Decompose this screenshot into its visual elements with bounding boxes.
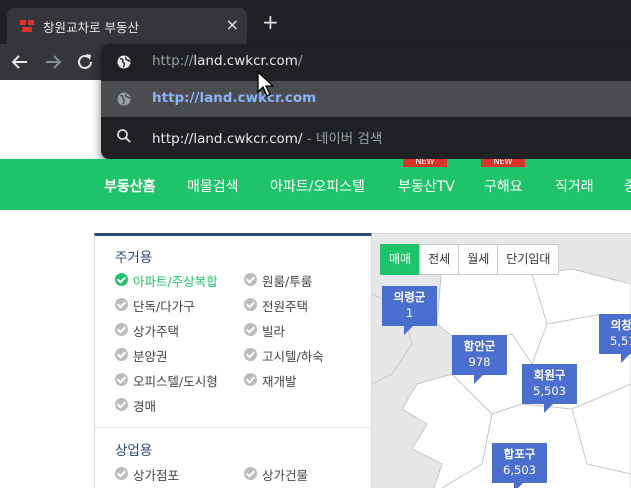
- new-badge: NEW: [481, 159, 525, 167]
- filter-label: 단독/다가구: [133, 299, 195, 314]
- map-marker[interactable]: 합포구 6,503: [492, 443, 547, 488]
- filter-label: 상가점포: [133, 468, 180, 483]
- back-arrow-icon[interactable]: [9, 51, 31, 73]
- map-marker[interactable]: 함안군 978: [452, 335, 507, 384]
- address-host: land.cwkcr.com: [193, 53, 298, 69]
- check-icon: [244, 373, 257, 386]
- address-prefix: http://: [152, 53, 194, 69]
- search-engine-suffix: - 네이버 검색: [302, 131, 383, 147]
- suggestion-url-text: http://land.cwkcr.com: [152, 90, 317, 106]
- forward-arrow-icon[interactable]: [42, 51, 64, 73]
- site-favicon-icon: [20, 20, 34, 32]
- filter-label: 빌라: [262, 324, 286, 339]
- browser-tabstrip: 창원교차로 부동산 × +: [0, 0, 631, 44]
- check-icon: [115, 373, 128, 386]
- filter-label: 오피스텔/도시형: [133, 374, 218, 389]
- browser-tab[interactable]: 창원교차로 부동산 ×: [7, 8, 247, 44]
- suggestion-search-text: http://land.cwkcr.com/ - 네이버 검색: [152, 127, 382, 147]
- suggestion-url-row[interactable]: http://land.cwkcr.com: [101, 81, 631, 117]
- check-icon: [244, 273, 257, 286]
- marker-count: 5,519: [610, 334, 631, 348]
- nav-item-truncated[interactable]: 중: [624, 176, 631, 196]
- filter-label: 아파트/주상복합: [133, 274, 218, 289]
- check-icon: [244, 323, 257, 336]
- close-tab-icon[interactable]: ×: [226, 17, 239, 33]
- tab-jeonse[interactable]: 전세: [419, 244, 460, 275]
- check-icon: [244, 348, 257, 361]
- suggestion-search-row[interactable]: http://land.cwkcr.com/ - 네이버 검색: [101, 118, 631, 154]
- check-icon: [115, 398, 128, 411]
- reload-icon[interactable]: [74, 51, 96, 73]
- tab-title: 창원교차로 부동산: [43, 20, 139, 35]
- check-icon: [115, 348, 128, 361]
- new-tab-button[interactable]: +: [262, 12, 279, 32]
- marker-region: 회원구: [533, 368, 566, 382]
- deal-type-tabs: 매매 전세 월세 단기임대: [380, 244, 560, 275]
- search-query: http://land.cwkcr.com/: [152, 131, 303, 147]
- map-marker[interactable]: 의령군 1: [382, 286, 437, 335]
- marker-region: 함안군: [463, 339, 496, 353]
- check-icon: [115, 273, 128, 286]
- property-type-panel: 주거용 아파트/주상복합 원룸/투룸 단독/다가구 전원주택 상가주택 빌라 분…: [94, 233, 372, 488]
- nav-item-realestate-tv[interactable]: 부동산TV: [398, 176, 455, 196]
- check-icon: [115, 323, 128, 336]
- check-icon: [115, 298, 128, 311]
- nav-item-apartment[interactable]: 아파트/오피스텔: [270, 176, 365, 196]
- filter-label: 상가건물: [262, 468, 309, 483]
- address-bar[interactable]: http://land.cwkcr.com/: [101, 44, 631, 80]
- site-main-nav: NEW NEW 부동산홈 매물검색 아파트/오피스텔 부동산TV 구해요 직거래…: [0, 159, 631, 210]
- filter-label: 재개발: [262, 374, 297, 389]
- filter-label: 원룸/투룸: [262, 274, 313, 289]
- filter-label: 상가주택: [133, 324, 180, 339]
- nav-item-home[interactable]: 부동산홈: [104, 176, 156, 196]
- mouse-cursor-icon: [257, 70, 275, 97]
- search-icon: [117, 129, 131, 143]
- section-divider: [95, 427, 371, 428]
- check-icon: [115, 467, 128, 480]
- filter-label: 전원주택: [262, 299, 309, 314]
- nav-item-direct-deal[interactable]: 직거래: [555, 176, 594, 196]
- address-suffix: /: [297, 53, 303, 69]
- map-marker[interactable]: 의창구 5,519: [599, 314, 631, 363]
- commercial-section-title: 상업용: [115, 443, 153, 459]
- check-icon: [244, 298, 257, 311]
- check-icon: [244, 467, 257, 480]
- marker-count: 5,503: [533, 384, 566, 398]
- globe-icon: [117, 55, 131, 69]
- filter-label: 경매: [133, 399, 157, 414]
- marker-count: 978: [468, 355, 491, 369]
- filter-label: 고시텔/하숙: [262, 349, 324, 364]
- marker-region: 의창구: [610, 318, 631, 332]
- omnibox-dropdown: http://land.cwkcr.com/ http://land.cwkcr…: [101, 44, 631, 159]
- marker-count: 6,503: [503, 463, 536, 477]
- marker-region: 합포구: [503, 447, 536, 461]
- address-input-text[interactable]: http://land.cwkcr.com/: [152, 53, 303, 69]
- marker-count: 1: [405, 306, 414, 320]
- tab-monthly[interactable]: 월세: [458, 244, 499, 275]
- filter-label: 분양권: [133, 349, 168, 364]
- tab-short-term[interactable]: 단기임대: [497, 244, 560, 275]
- nav-item-listing-search[interactable]: 매물검색: [187, 176, 239, 196]
- new-badge: NEW: [403, 159, 447, 167]
- nav-item-wanted[interactable]: 구해요: [484, 176, 523, 196]
- marker-region: 의령군: [393, 290, 426, 304]
- region-map[interactable]: 매매 전세 월세 단기임대 의령군 1 함안군 978 회원구 5,503 의창…: [372, 233, 631, 488]
- residential-section-title: 주거용: [115, 250, 153, 266]
- globe-icon: [117, 92, 131, 106]
- map-marker[interactable]: 회원구 5,503: [522, 364, 577, 413]
- tab-sale[interactable]: 매매: [380, 244, 421, 275]
